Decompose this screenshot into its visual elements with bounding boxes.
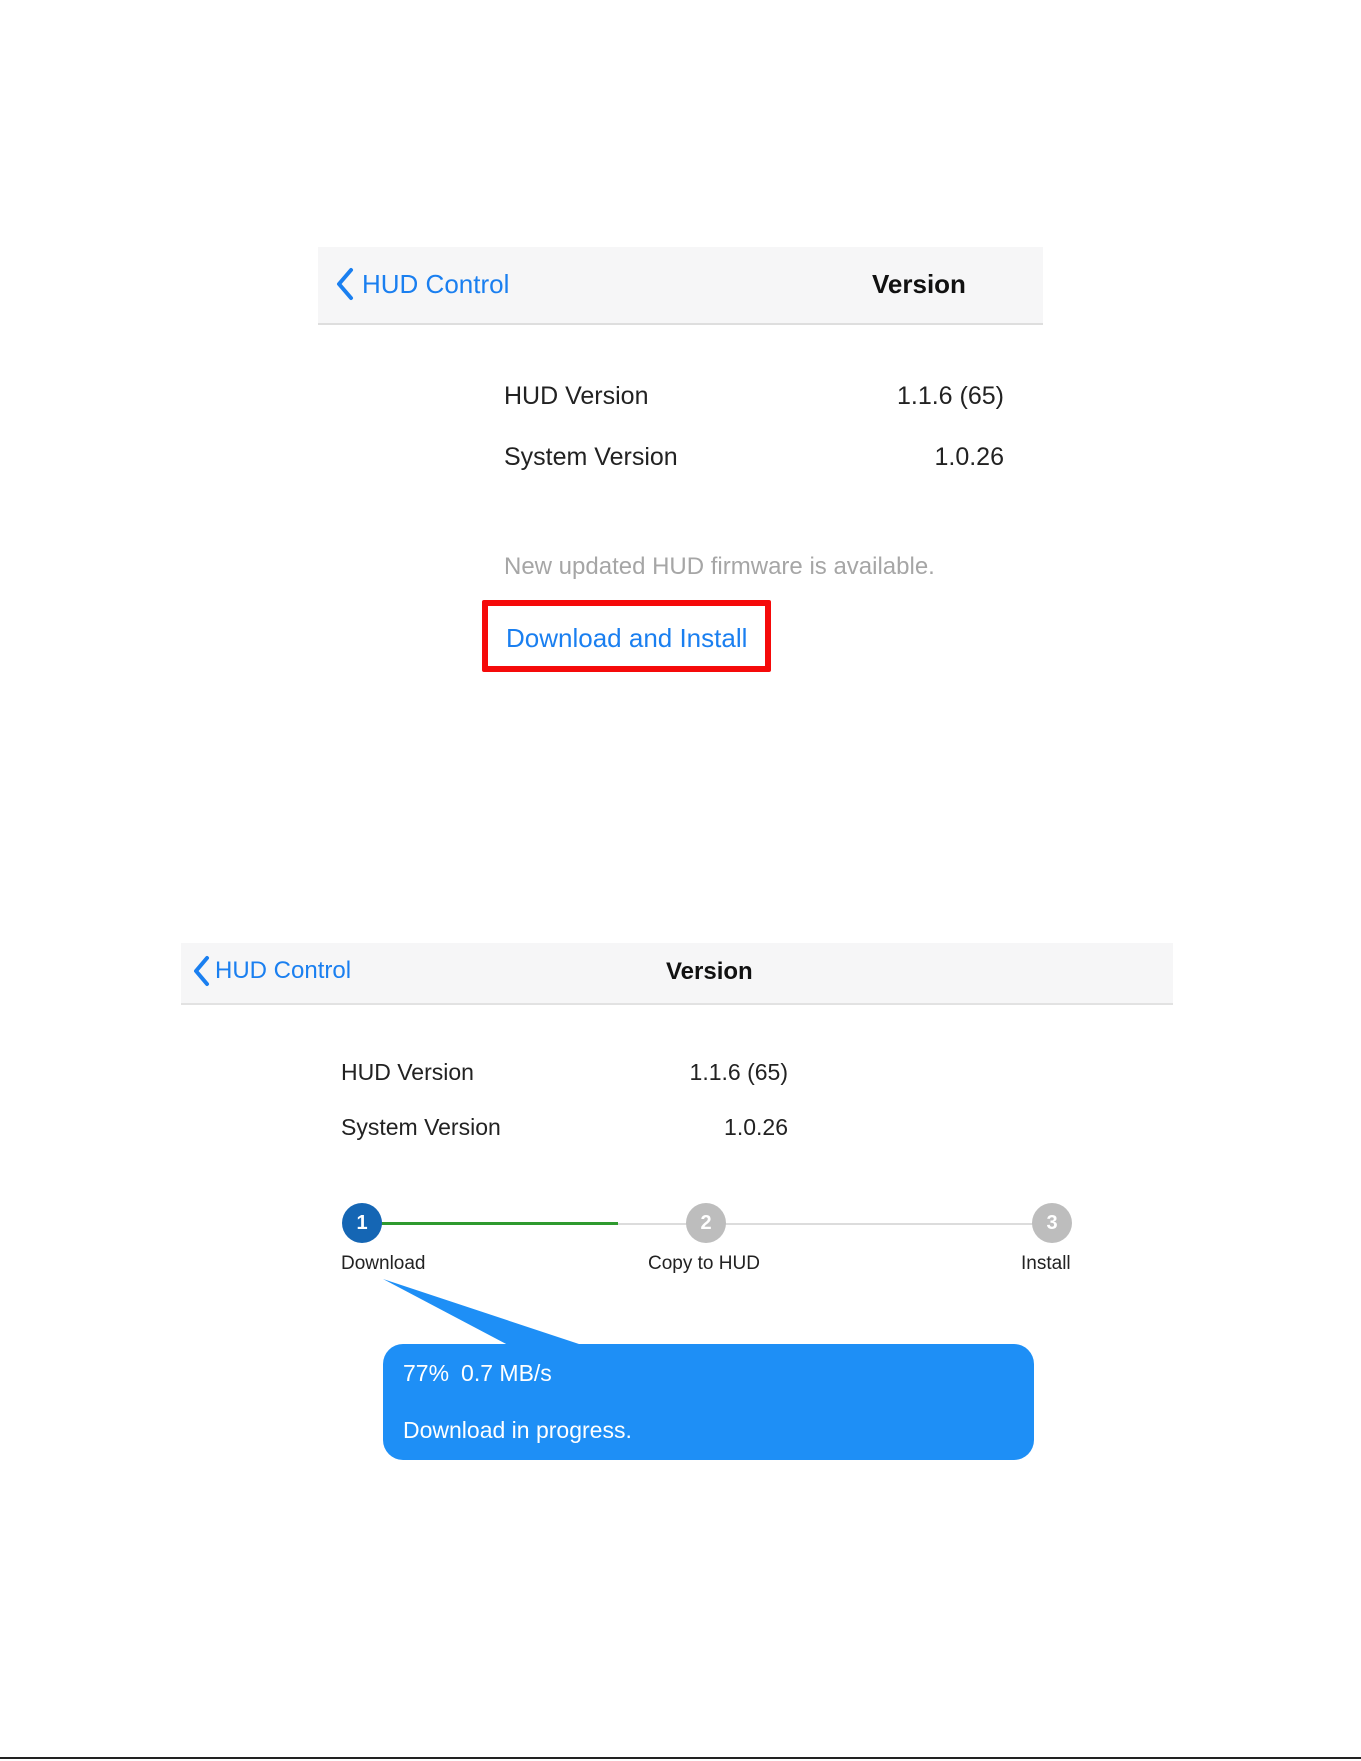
progress-stats: 77% 0.7 MB/s [403,1360,552,1387]
step-3-label: Install [1021,1253,1071,1274]
progress-status: Download in progress. [403,1417,632,1443]
back-button-label: HUD Control [215,957,352,984]
download-install-button[interactable]: Download and Install [506,623,747,654]
step-3-circle: 3 [1032,1203,1072,1243]
progress-bubble: 77% 0.7 MB/s Download in progress. [383,1344,1034,1460]
screen2-nav-bar: HUD Control Version [181,943,1173,1005]
screen1-nav-bar: HUD Control Version [318,247,1043,325]
hud-version-value: 1.1.6 (65) [689,1059,788,1085]
page-title: Version [666,958,753,985]
page-bottom-rule [0,1757,1361,1759]
back-button[interactable]: HUD Control [191,955,351,987]
stepper-progress-line [362,1222,618,1225]
step-2-circle: 2 [686,1203,726,1243]
system-version-label: System Version [341,1114,501,1140]
step-1-circle: 1 [342,1203,382,1243]
chevron-left-icon [191,955,211,987]
back-button[interactable]: HUD Control [334,267,509,301]
system-version-value: 1.0.26 [724,1114,788,1140]
step-1-label: Download [341,1253,426,1274]
system-version-label: System Version [504,443,678,471]
chevron-left-icon [334,267,356,301]
hud-version-value: 1.1.6 (65) [896,382,1004,410]
hud-version-label: HUD Version [341,1059,474,1085]
system-version-value: 1.0.26 [934,443,1004,471]
step-2-label: Copy to HUD [648,1253,760,1274]
back-button-label: HUD Control [362,268,510,299]
firmware-notice: New updated HUD firmware is available. [504,553,935,580]
progress-percent: 77% [403,1360,450,1386]
hud-version-label: HUD Version [504,382,649,410]
progress-speed: 0.7 MB/s [461,1360,552,1386]
page-title: Version [872,269,966,299]
